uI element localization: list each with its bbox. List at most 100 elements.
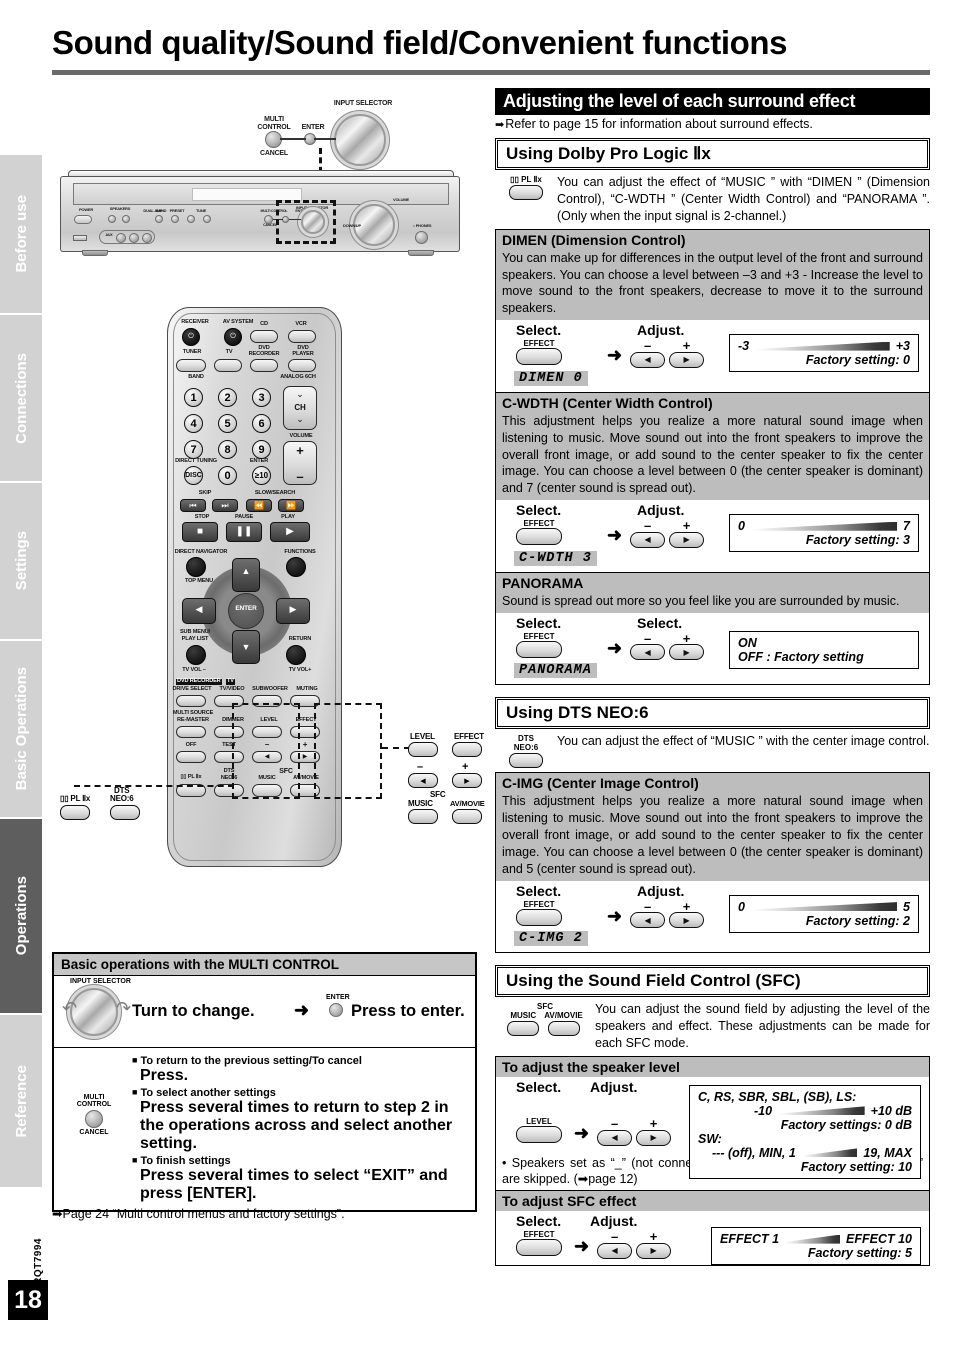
sfc-effect-button[interactable] xyxy=(516,1239,562,1257)
number-3-button[interactable]: 3 xyxy=(252,388,271,407)
side-tab-settings[interactable]: Settings xyxy=(0,483,42,641)
number-1-button[interactable]: 1 xyxy=(184,388,203,407)
aux-jack-2[interactable] xyxy=(129,233,139,243)
cimg-plus-button[interactable]: ▶ xyxy=(669,912,705,929)
section-title-dts-neo6: Using DTS NEO:6 xyxy=(494,696,931,731)
sfc-effect-plus-button[interactable]: ▶ xyxy=(636,1242,672,1259)
cimg-effect-button[interactable] xyxy=(516,908,562,926)
cd-button[interactable] xyxy=(250,330,278,343)
skip-back-icon: ⏮ xyxy=(189,501,197,510)
number-4-button[interactable]: 4 xyxy=(184,414,203,433)
side-tab-connections[interactable]: Connections xyxy=(0,315,42,483)
aux-jack-1[interactable] xyxy=(116,233,126,243)
drive-select-button[interactable] xyxy=(176,695,206,707)
callout-sfc-music-button[interactable] xyxy=(408,809,438,824)
cwdth-plus-button[interactable]: ▶ xyxy=(669,531,705,548)
cwdth-range-max: 7 xyxy=(903,519,910,534)
level-plus-sign: + xyxy=(649,1115,658,1131)
level-button-group: LEVEL xyxy=(502,1117,574,1143)
speaker-range-max: +10 dB xyxy=(870,1103,912,1118)
aux-label: AUX xyxy=(105,233,113,237)
dimen-plus-sign: + xyxy=(682,338,691,354)
level-minus-button[interactable]: ◀ xyxy=(597,1129,633,1146)
cwdth-effect-button[interactable] xyxy=(516,528,562,546)
dimen-step2-label: Adjust. xyxy=(637,322,685,339)
pl2x-button[interactable] xyxy=(509,185,543,201)
callout-dts-neo6-button[interactable] xyxy=(110,805,140,820)
tv-button[interactable] xyxy=(214,359,242,372)
speaker-range-min: -10 xyxy=(754,1103,773,1118)
side-tab-basic-operations[interactable]: Basic Operations xyxy=(0,641,42,819)
number-7-button[interactable]: 7 xyxy=(184,440,203,459)
return-button[interactable] xyxy=(286,645,306,665)
level-button[interactable] xyxy=(516,1125,562,1143)
number-6-button[interactable]: 6 xyxy=(252,414,271,433)
side-tab-before-use[interactable]: Before use xyxy=(0,155,42,315)
callout-level-button[interactable] xyxy=(408,742,438,757)
side-tab-reference[interactable]: Reference xyxy=(0,1015,42,1187)
off-button[interactable] xyxy=(176,751,206,763)
dimen-minus-button[interactable]: ◀ xyxy=(630,351,666,368)
dvd-recorder-button[interactable] xyxy=(250,359,278,372)
tuner-button[interactable] xyxy=(176,359,206,372)
number-0-button[interactable]: 0 xyxy=(218,466,237,485)
panorama-plus-button[interactable]: ▶ xyxy=(669,644,705,661)
level-plus-button[interactable]: ▶ xyxy=(636,1129,672,1146)
direct-navigator-button[interactable] xyxy=(186,557,206,577)
callout-plus-button[interactable]: ▶ xyxy=(452,773,482,788)
sfc-av-movie-button[interactable] xyxy=(547,1021,580,1037)
dimen-plus-button[interactable]: ▶ xyxy=(669,351,705,368)
number-5-button[interactable]: 5 xyxy=(218,414,237,433)
dts-neo6-button[interactable] xyxy=(509,753,543,769)
dimen-effect-button[interactable] xyxy=(516,348,562,366)
band-button[interactable] xyxy=(155,215,163,223)
sfc-music-button[interactable] xyxy=(507,1021,540,1037)
input-selector-knob[interactable] xyxy=(70,988,118,1036)
callout-sfc-av-movie-button[interactable] xyxy=(452,809,482,824)
number-9-button[interactable]: 9 xyxy=(252,440,271,459)
ten-key-button[interactable]: ≥10 xyxy=(252,466,271,485)
cimg-step1-label: Select. xyxy=(516,882,562,899)
input-selector-knob-callout[interactable] xyxy=(334,114,386,166)
sfc-intro-row: SFC MUSIC AV/MOVIE You can adjust the so… xyxy=(495,995,930,1056)
cimg-minus-sign: – xyxy=(643,898,652,914)
multi-label-1: MULTI xyxy=(83,1094,105,1101)
number-8-button[interactable]: 8 xyxy=(218,440,237,459)
callout-minus-label: – xyxy=(417,761,423,773)
side-tab-label: Basic Operations xyxy=(12,667,30,791)
side-tab-operations[interactable]: Operations xyxy=(0,819,42,1015)
tune-up-button[interactable] xyxy=(203,215,211,223)
aux-jack-3[interactable] xyxy=(142,233,152,243)
cwdth-minus-button[interactable]: ◀ xyxy=(630,531,666,548)
dvd-player-button[interactable] xyxy=(288,359,316,372)
enter-button[interactable] xyxy=(329,1003,343,1017)
range-gradient-bar xyxy=(750,902,898,912)
headphone-jack[interactable] xyxy=(415,231,428,244)
preset-button[interactable] xyxy=(171,215,179,223)
callout-pl2x-button[interactable] xyxy=(60,805,90,820)
panorama-effect-button[interactable] xyxy=(516,640,562,658)
sfc-av-movie-label: AV/MOVIE xyxy=(544,1010,583,1020)
side-tab-label: Reference xyxy=(12,1064,30,1138)
callout-connector-left xyxy=(74,785,234,787)
functions-button[interactable] xyxy=(286,557,306,577)
sub-menu-button[interactable] xyxy=(186,645,206,665)
cimg-minus-button[interactable]: ◀ xyxy=(630,912,666,929)
panorama-minus-button[interactable]: ◀ xyxy=(630,644,666,661)
sfc-effect-minus-button[interactable]: ◀ xyxy=(597,1242,633,1259)
vcr-button[interactable] xyxy=(288,330,316,343)
callout-plus-label: + xyxy=(462,761,469,773)
panel-multi-control-knob[interactable] xyxy=(264,215,273,224)
callout-effect-button[interactable] xyxy=(452,742,482,757)
disc-button[interactable]: DISC xyxy=(184,466,203,485)
re-master-button[interactable] xyxy=(176,726,206,738)
tune-label: TUNE xyxy=(195,208,207,213)
speakers-a-button[interactable] xyxy=(108,215,116,223)
power-button[interactable] xyxy=(74,215,92,224)
dvd-player-label-2: PLAYER xyxy=(292,351,314,357)
number-2-button[interactable]: 2 xyxy=(218,388,237,407)
speakers-b-button[interactable] xyxy=(122,215,130,223)
multi-control-cancel-button[interactable] xyxy=(85,1110,103,1128)
callout-minus-button[interactable]: ◀ xyxy=(408,773,438,788)
tune-down-button[interactable] xyxy=(187,215,195,223)
